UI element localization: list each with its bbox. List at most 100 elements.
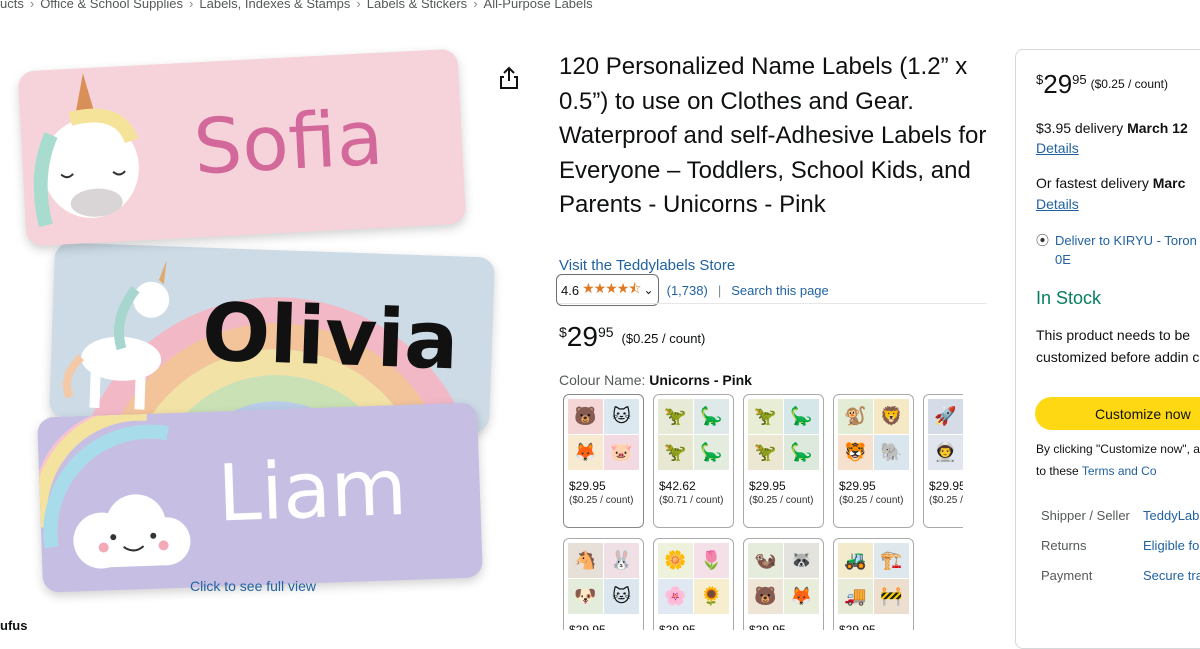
buy-box: $ 29 95 ($0.25 / count) $3.95 delivery M…	[1015, 49, 1200, 649]
colour-label: Colour Name:	[559, 372, 646, 388]
swatch-animal-icon: 🐴	[568, 543, 603, 578]
info-value[interactable]: Eligible fo	[1143, 538, 1199, 553]
delivery-cost: $3.95 delivery	[1036, 120, 1124, 136]
fastest-delivery: Or fastest delivery Marc	[1036, 175, 1185, 191]
swatch-animal-icon: 🦖	[748, 399, 783, 434]
consent-text: By clicking "Customize now", agree to th…	[1036, 438, 1200, 482]
deliver-to-link[interactable]: ⦿ Deliver to KIRYU - Toron 0E	[1036, 231, 1200, 269]
swatch-thumbnail: 🚜 🏗️ 🚚 🚧	[838, 543, 909, 614]
breadcrumb-item[interactable]: All-Purpose Labels	[484, 0, 593, 11]
colour-swatch[interactable]: 🦦 🦝 🐻 🦊 $29.95	[743, 538, 824, 630]
colour-swatch[interactable]: 🐻 🐱 🦊 🐷 $29.95 ($0.25 / count)	[563, 394, 644, 528]
swatch-price: $42.62	[659, 479, 696, 493]
truncated-text: ufus	[0, 618, 28, 633]
buybox-price-unit: ($0.25 / count)	[1090, 77, 1169, 91]
swatch-price: $29.95	[839, 623, 876, 630]
label-name-liam: Liam	[216, 442, 409, 540]
breadcrumb-item[interactable]: Labels & Stickers	[367, 0, 467, 11]
info-row-payment: Payment Secure tra	[1016, 568, 1200, 588]
rating-popover[interactable]: 4.6 ★★★★⯪ ⌄	[556, 274, 659, 306]
breadcrumb-separator: ›	[356, 0, 361, 11]
delivery-details-link[interactable]: Details	[1036, 140, 1079, 156]
colour-swatch[interactable]: 🦖 🦕 🦖 🦕 $42.62 ($0.71 / count)	[653, 394, 734, 528]
swatch-animal-icon: 🐘	[874, 435, 909, 470]
label-card-sofia: Sofia	[17, 48, 467, 247]
colour-swatch[interactable]: 🚜 🏗️ 🚚 🚧 $29.95	[833, 538, 914, 630]
swatch-unit-price: ($0.25 / count)	[749, 495, 814, 506]
customize-now-button[interactable]: Customize now	[1035, 397, 1200, 430]
swatch-thumbnail: 🐻 🐱 🦊 🐷	[568, 399, 639, 470]
chevron-down-icon: ⌄	[643, 283, 654, 297]
swatch-animal-icon: 🚜	[838, 543, 873, 578]
info-row-seller: Shipper / Seller TeddyLab	[1016, 508, 1200, 528]
share-icon[interactable]	[498, 66, 520, 90]
location-pin-icon: ⦿	[1036, 233, 1050, 248]
swatch-animal-icon: 🦕	[784, 399, 819, 434]
colour-value: Unicorns - Pink	[649, 372, 752, 388]
swatch-animal-icon: 🦝	[784, 543, 819, 578]
swatch-animal-icon: 🐷	[604, 435, 639, 470]
fastest-delivery-date: Marc	[1152, 175, 1186, 191]
buybox-price: $ 29 95 ($0.25 / count)	[1036, 70, 1168, 98]
swatch-animal-icon: 🦖	[658, 399, 693, 434]
swatch-animal-icon: 🦁	[874, 399, 909, 434]
colour-name: Colour Name: Unicorns - Pink	[559, 372, 752, 388]
rating-count-link[interactable]: (1,738)	[667, 283, 708, 298]
breadcrumb-separator: ›	[189, 0, 194, 11]
swatch-thumbnail: 🐴 🐰 🐶 🐱	[568, 543, 639, 614]
colour-swatch[interactable]: 🐴 🐰 🐶 🐱 $29.95	[563, 538, 644, 630]
swatch-animal-icon: 🦦	[748, 543, 783, 578]
swatch-animal-icon: 🌻	[694, 579, 729, 614]
swatch-animal-icon: 🦕	[784, 435, 819, 470]
click-full-view-link[interactable]: Click to see full view	[190, 578, 316, 594]
rating-value: 4.6	[561, 282, 580, 298]
swatch-price: $29.95	[749, 479, 786, 493]
swatch-thumbnail: 🌼 🌷 🌸 🌻	[658, 543, 729, 614]
star-rating-icon: ★★★★⯪	[582, 280, 641, 296]
stock-status: In Stock	[1036, 288, 1102, 308]
colour-swatch[interactable]: 🦖 🦕 🦖 🦕 $29.95 ($0.25 / count)	[743, 394, 824, 528]
price-per-unit: ($0.25 / count)	[621, 331, 706, 346]
unicorn-icon	[63, 260, 170, 410]
swatch-price: $29.95	[929, 479, 963, 493]
swatch-animal-icon: 🚧	[874, 579, 909, 614]
store-link[interactable]: Visit the Teddylabels Store	[559, 257, 735, 274]
product-main-image[interactable]: Olivia Sofia Liam	[0, 20, 520, 630]
terms-link[interactable]: Terms and Co	[1082, 464, 1157, 478]
breadcrumb: ucts › Office & School Supplies › Labels, In…	[0, 0, 593, 11]
swatch-animal-icon: 🦊	[568, 435, 603, 470]
swatch-animal-icon: 🦕	[694, 399, 729, 434]
delivery-info: $3.95 delivery March 12	[1036, 120, 1188, 136]
colour-swatch[interactable]: 🚀🌙👨‍🚀🪐 $29.95 ($0.25 / count)	[923, 394, 963, 528]
product-price: $ 29 95 ($0.25 / count)	[559, 322, 705, 352]
swatch-animal-icon: 🐶	[568, 579, 603, 614]
buybox-price-symbol: $	[1036, 72, 1044, 87]
label-card-liam: Liam	[37, 402, 483, 593]
product-title: 120 Personalized Name Labels (1.2” x 0.5…	[559, 53, 987, 218]
swatch-thumbnail: 🦖 🦕 🦖 🦕	[748, 399, 819, 470]
colour-swatch[interactable]: 🌼 🌷 🌸 🌻 $29.95	[653, 538, 734, 630]
fastest-details-link[interactable]: Details	[1036, 196, 1079, 212]
info-key: Returns	[1041, 538, 1087, 553]
swatch-animal-icon: 🐰	[604, 543, 639, 578]
swatch-price: $29.95	[749, 623, 786, 630]
breadcrumb-item[interactable]: Labels, Indexes & Stamps	[199, 0, 350, 11]
divider: |	[717, 282, 722, 298]
search-page-link[interactable]: Search this page	[731, 283, 829, 298]
info-value[interactable]: Secure tra	[1143, 568, 1200, 583]
swatch-animal-icon: 🌼	[658, 543, 693, 578]
swatch-animal-icon: 🐯	[838, 435, 873, 470]
info-key: Shipper / Seller	[1041, 508, 1130, 523]
breadcrumb-item[interactable]: ucts	[0, 0, 24, 11]
info-value[interactable]: TeddyLab	[1143, 508, 1199, 523]
swatch-unit-price: ($0.25 / count)	[929, 495, 963, 506]
price-fraction: 95	[597, 324, 614, 340]
price-symbol: $	[559, 324, 567, 340]
swatch-price: $29.95	[659, 623, 696, 630]
rating-row: 4.6 ★★★★⯪ ⌄ (1,738) | Search this page	[556, 274, 829, 306]
breadcrumb-separator: ›	[473, 0, 478, 11]
buybox-price-whole: 29	[1043, 69, 1073, 99]
breadcrumb-item[interactable]: Office & School Supplies	[40, 0, 183, 11]
swatch-thumbnail: 🦦 🦝 🐻 🦊	[748, 543, 819, 614]
colour-swatch[interactable]: 🐒 🦁 🐯 🐘 $29.95 ($0.25 / count)	[833, 394, 914, 528]
